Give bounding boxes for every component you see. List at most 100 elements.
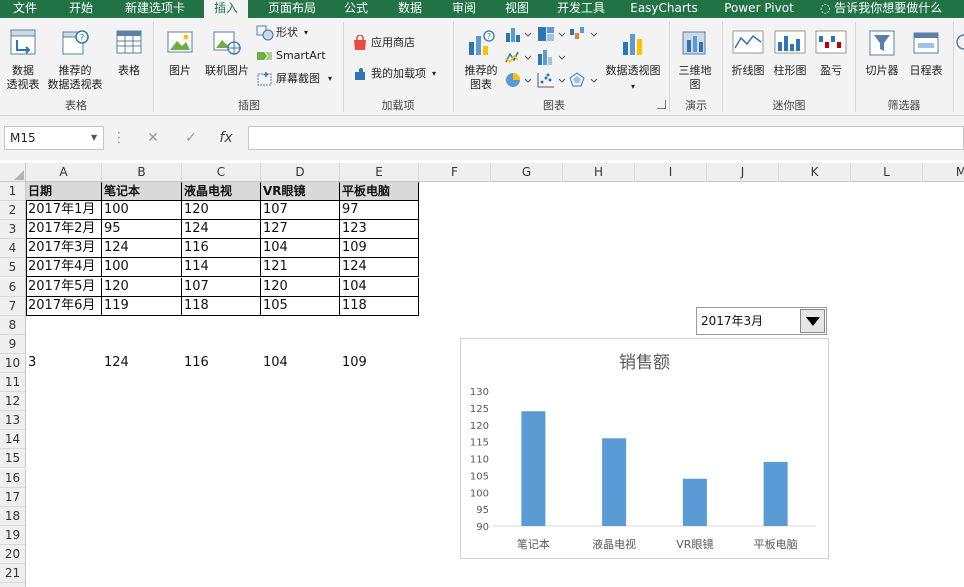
table-cell[interactable]: 2017年2月	[26, 220, 102, 240]
table-cell[interactable]: 114	[182, 258, 261, 278]
row-header-7[interactable]: 7	[0, 296, 26, 316]
y-tick-label: 130	[470, 387, 489, 398]
row-header-1[interactable]: 1	[0, 182, 26, 202]
table-cell[interactable]: 100	[102, 258, 182, 278]
table-cell[interactable]: 121	[261, 258, 340, 278]
y-tick-label: 120	[470, 421, 489, 432]
table-cell[interactable]: 95	[102, 220, 182, 240]
y-tick-label: 115	[470, 438, 489, 449]
table-cell[interactable]: 124	[102, 239, 182, 259]
menu-tab-10[interactable]: EasyCharts	[622, 0, 706, 18]
table-cell[interactable]: 2017年1月	[26, 201, 102, 221]
row-header-12[interactable]: 12	[0, 392, 26, 412]
x-tick-label: 液晶电视	[592, 537, 636, 551]
excel-window: 数据 透视表 ? 推荐的 数据透视表 表格 表格 图片 联机图片 形状 ▾ Sm…	[0, 0, 964, 587]
y-tick-label: 100	[470, 488, 489, 499]
menu-tab-7[interactable]: 审阅	[444, 0, 484, 18]
table-cell[interactable]: 2017年3月	[26, 239, 102, 259]
table-cell[interactable]: 120	[182, 201, 261, 221]
menu-tab-8[interactable]: 视图	[492, 0, 542, 18]
table-cell[interactable]: 107	[261, 201, 340, 221]
y-tick-label: 105	[470, 471, 489, 482]
menu-tab-6[interactable]: 数据	[388, 0, 432, 18]
row-header-13[interactable]: 13	[0, 411, 26, 431]
row-header-4[interactable]: 4	[0, 239, 26, 259]
table-cell[interactable]: 123	[340, 220, 419, 240]
month-dropdown[interactable]: 2017年3月	[696, 307, 827, 335]
row-header-20[interactable]: 20	[0, 544, 26, 564]
tell-me-search[interactable]: ◌ 告诉我你想要做什么	[820, 0, 964, 18]
menu-tab-1[interactable]: 开始	[52, 0, 110, 18]
table-cell[interactable]: 107	[182, 277, 261, 297]
lookup-cell[interactable]: 124	[102, 354, 182, 373]
row-header-10[interactable]: 10	[0, 353, 26, 373]
row-header-15[interactable]: 15	[0, 449, 26, 469]
row-header-8[interactable]: 8	[0, 315, 26, 335]
table-cell[interactable]: 116	[182, 239, 261, 259]
sales-chart[interactable]: 销售额 130 125 120 115 110 105 100 95 90 笔记本 液晶电视 VR眼镜 平…	[460, 338, 829, 559]
row-header-5[interactable]: 5	[0, 258, 26, 278]
table-header-cell[interactable]: VR眼镜	[261, 182, 340, 202]
y-tick-label: 95	[476, 505, 489, 516]
x-tick-label: 笔记本	[517, 537, 550, 551]
table-cell[interactable]: 109	[340, 239, 419, 259]
table-cell[interactable]: 118	[182, 296, 261, 316]
table-cell[interactable]: 100	[102, 201, 182, 221]
table-cell[interactable]: 127	[261, 220, 340, 240]
menu-tab-2[interactable]: 新建选项卡	[112, 0, 198, 18]
lookup-cell[interactable]: 109	[340, 354, 419, 373]
tell-me-text: 告诉我你想要做什么	[834, 1, 943, 15]
table-cell[interactable]: 118	[340, 296, 419, 316]
row-header-21[interactable]: 21	[0, 564, 26, 584]
table-cell[interactable]: 2017年5月	[26, 277, 102, 297]
row-header-16[interactable]: 16	[0, 468, 26, 488]
table-cell[interactable]: 120	[102, 277, 182, 297]
table-cell[interactable]: 104	[261, 239, 340, 259]
menu-tab-4[interactable]: 页面布局	[256, 0, 328, 18]
lookup-cell[interactable]: 3	[26, 354, 102, 373]
table-cell[interactable]: 104	[340, 277, 419, 297]
y-tick-label: 110	[470, 455, 489, 466]
row-header-17[interactable]: 17	[0, 487, 26, 507]
row-header-19[interactable]: 19	[0, 525, 26, 545]
row-header-18[interactable]: 18	[0, 506, 26, 526]
table-cell[interactable]: 97	[340, 201, 419, 221]
table-cell[interactable]: 124	[340, 258, 419, 278]
chart-bar	[602, 438, 627, 526]
row-header-6[interactable]: 6	[0, 277, 26, 297]
table-cell[interactable]: 124	[182, 220, 261, 240]
lookup-cell[interactable]: 116	[182, 354, 261, 373]
table-cell[interactable]: 2017年4月	[26, 258, 102, 278]
row-header-11[interactable]: 11	[0, 373, 26, 393]
menu-tab-0[interactable]: 文件	[0, 0, 50, 18]
chevron-down-icon	[806, 317, 820, 326]
menu-tab-5[interactable]: 公式	[332, 0, 380, 18]
table-header-cell[interactable]: 液晶电视	[182, 182, 261, 202]
x-tick-label: VR眼镜	[676, 537, 713, 551]
menu-tab-9[interactable]: 开发工具	[548, 0, 614, 18]
chart-bar	[682, 478, 707, 526]
y-tick-label: 90	[476, 522, 489, 533]
chart-bar	[521, 411, 546, 526]
table-header-cell[interactable]: 平板电脑	[340, 182, 419, 202]
row-header-14[interactable]: 14	[0, 430, 26, 450]
table-header-cell[interactable]: 笔记本	[102, 182, 182, 202]
table-cell[interactable]: 119	[102, 296, 182, 316]
row-header-22[interactable]: 22	[0, 583, 26, 587]
y-tick-label: 125	[470, 404, 489, 415]
row-header-2[interactable]: 2	[0, 201, 26, 221]
lookup-cell[interactable]: 104	[261, 354, 340, 373]
menu-tab-11[interactable]: Power Pivot	[712, 0, 806, 18]
table-cell[interactable]: 105	[261, 296, 340, 316]
menu-tab-3[interactable]: 插入	[204, 0, 248, 18]
chart-title: 销售额	[619, 353, 670, 373]
chart-bar	[763, 461, 788, 526]
table-cell[interactable]: 120	[261, 277, 340, 297]
row-header-9[interactable]: 9	[0, 334, 26, 354]
row-header-3[interactable]: 3	[0, 220, 26, 240]
x-tick-label: 平板电脑	[754, 537, 798, 551]
table-cell[interactable]: 2017年6月	[26, 296, 102, 316]
dropdown-button[interactable]	[800, 309, 825, 333]
dropdown-value: 2017年3月	[701, 314, 764, 328]
table-header-cell[interactable]: 日期	[26, 182, 102, 202]
